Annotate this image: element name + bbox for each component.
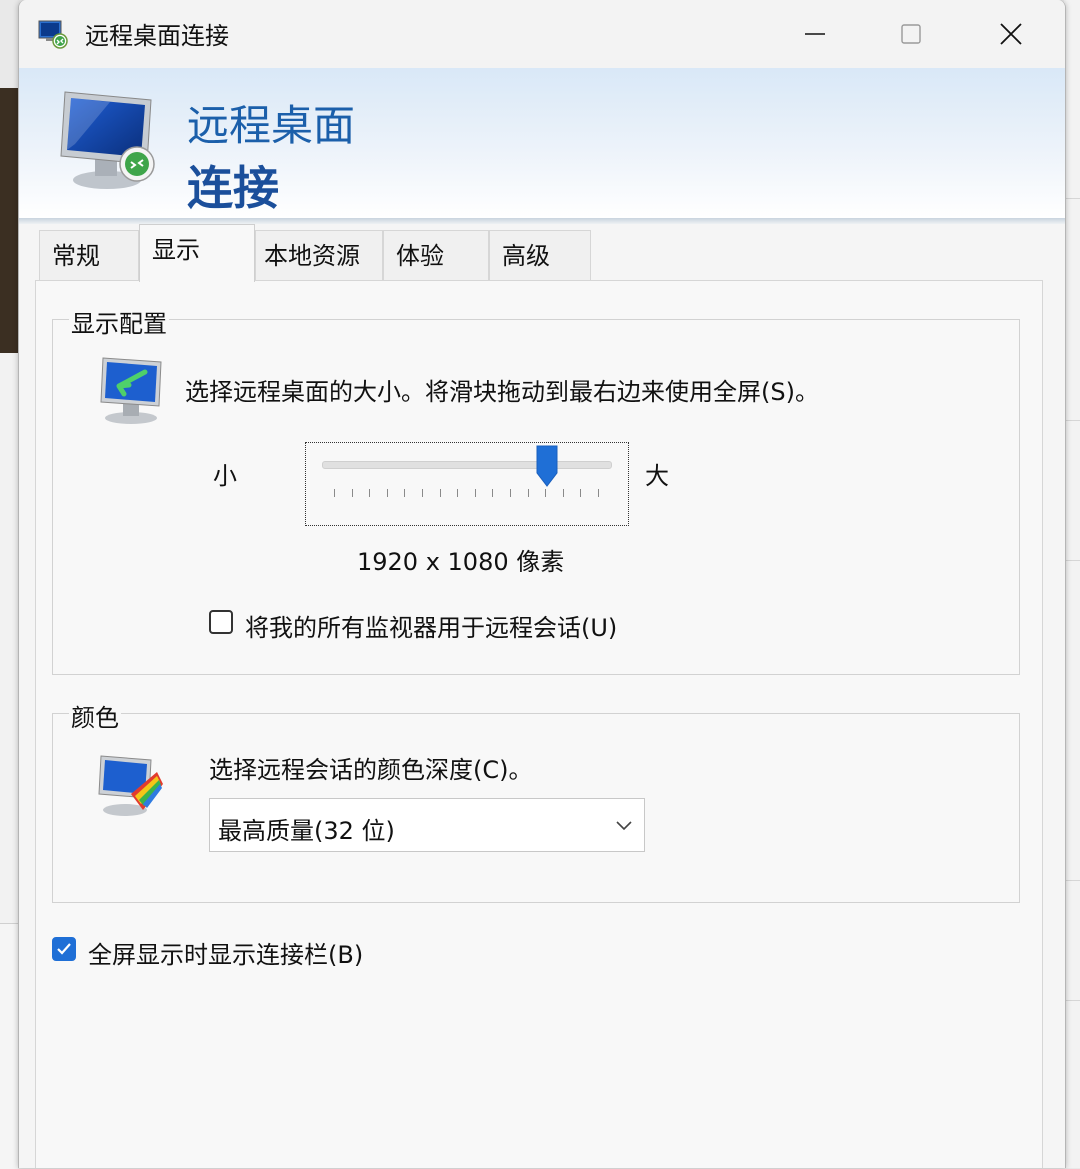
color-depth-select[interactable]: 最高质量(32 位) [209,798,645,852]
slider-tick [369,489,371,497]
display-tab-panel: 显示配置 选择远程桌面的大小。将滑块拖动到最右边来使用全屏(S)。 小 大 19… [35,280,1043,1168]
header-banner: 远程桌面 连接 [19,68,1065,218]
banner-title-line2: 连接 [187,161,279,215]
close-icon [1000,23,1022,45]
slider-track [322,461,612,469]
slider-tick [351,489,353,497]
slider-tick [386,489,388,497]
tab-local-resources[interactable]: 本地资源 [255,230,383,280]
background-divider [1064,198,1080,199]
display-size-description: 选择远程桌面的大小。将滑块拖动到最右边来使用全屏(S)。 [185,378,819,406]
background-divider [1064,880,1080,881]
background-app-edge [0,353,18,923]
background-app-edge [0,923,18,1169]
slider-min-label: 小 [213,462,237,490]
colors-legend: 颜色 [69,698,121,733]
connection-bar-checkbox[interactable] [52,937,76,961]
remote-desktop-window: 远程桌面连接 远程桌面 连接 常规 显示 本地资源 体验 高级 显示配置 选择远… [18,0,1066,1168]
slider-tick [492,489,494,497]
chevron-down-icon [616,821,632,831]
all-monitors-label[interactable]: 将我的所有监视器用于远程会话(U) [245,608,617,643]
close-button[interactable] [963,0,1059,68]
background-divider [1064,420,1080,421]
slider-tick [439,489,441,497]
tab-display[interactable]: 显示 [139,224,255,282]
minimize-button[interactable] [767,0,863,68]
slider-tick [527,489,529,497]
slider-max-label: 大 [645,462,669,490]
background-app-edge [1064,0,1080,1168]
slider-tick [404,489,406,497]
display-config-group: 显示配置 选择远程桌面的大小。将滑块拖动到最右边来使用全屏(S)。 小 大 19… [52,304,1020,675]
tab-advanced[interactable]: 高级 [489,230,591,280]
slider-tick [422,489,423,497]
window-title: 远程桌面连接 [85,22,229,50]
remote-desktop-app-icon [38,20,68,49]
color-depth-description: 选择远程会话的颜色深度(C)。 [209,756,533,784]
slider-tick [474,489,476,497]
slider-tick [334,489,335,497]
background-app-edge [0,88,18,353]
background-divider [1064,1000,1080,1001]
tab-general[interactable]: 常规 [39,230,139,280]
colors-group: 颜色 选择远程会话的颜色深度(C)。 最高质量(32 位) [52,698,1020,903]
resolution-value: 1920 x 1080 像素 [357,548,565,576]
maximize-button[interactable] [863,0,959,68]
slider-tick [598,489,599,497]
background-divider [1064,560,1080,561]
remote-desktop-monitor-icon [60,91,155,189]
title-bar[interactable]: 远程桌面连接 [19,0,1065,68]
resolution-slider[interactable] [305,442,629,526]
display-size-icon [100,357,162,424]
slider-tick [545,489,547,497]
checkmark-icon [57,943,71,955]
slider-tick [457,489,459,497]
color-depth-icon [98,755,163,816]
connection-bar-label[interactable]: 全屏显示时显示连接栏(B) [88,935,363,970]
minimize-icon [805,33,825,35]
color-depth-select-value: 最高质量(32 位) [218,817,395,845]
slider-thumb[interactable] [536,445,558,487]
all-monitors-checkbox[interactable] [209,610,233,634]
slider-tick [510,489,511,497]
slider-tick [580,489,582,497]
banner-title-line1: 远程桌面 [187,101,356,150]
tab-experience[interactable]: 体验 [383,230,489,280]
maximize-icon [901,24,921,44]
display-config-legend: 显示配置 [69,304,169,339]
slider-tick [562,489,564,497]
